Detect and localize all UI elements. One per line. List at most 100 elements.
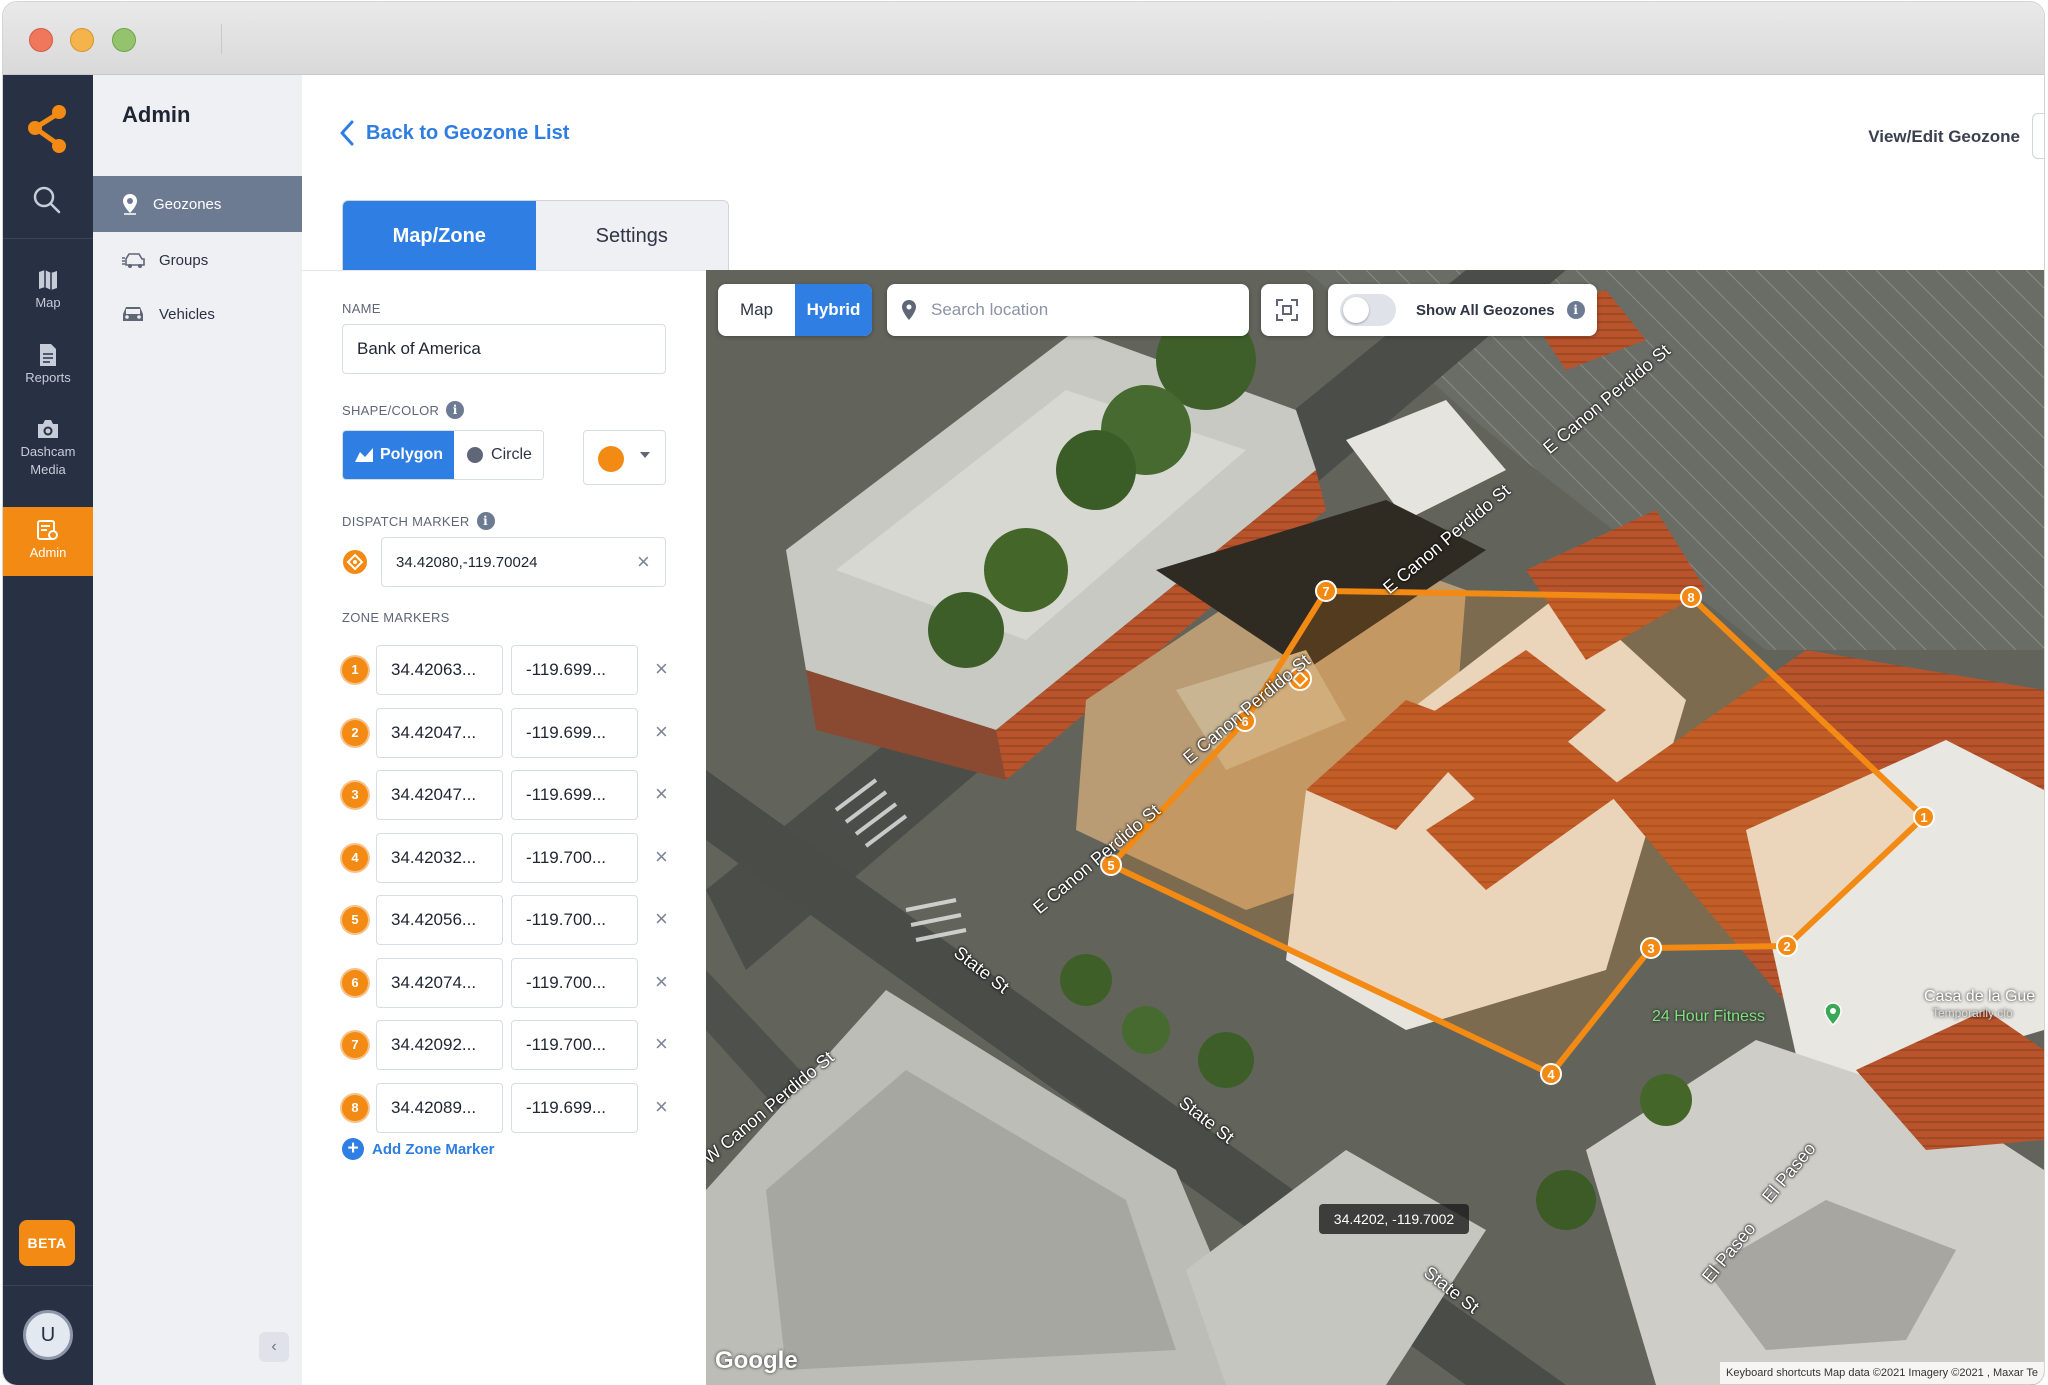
chevron-down-icon xyxy=(640,452,650,458)
zone-marker-latitude-field[interactable]: 34.42032... xyxy=(376,833,503,883)
zone-marker-longitude-field[interactable]: -119.700... xyxy=(511,1020,638,1070)
remove-zone-marker-button[interactable]: × xyxy=(655,721,668,743)
zone-marker-number-badge: 1 xyxy=(342,657,368,683)
zone-vertex-marker[interactable]: 1 xyxy=(1913,806,1935,828)
poi-pin-icon[interactable] xyxy=(1824,1002,1842,1026)
tab-settings[interactable]: Settings xyxy=(535,201,728,271)
back-link-label: Back to Geozone List xyxy=(366,121,570,144)
color-dropdown[interactable] xyxy=(583,430,666,485)
zone-vertex-marker[interactable]: 2 xyxy=(1776,935,1798,957)
remove-zone-marker-button[interactable]: × xyxy=(655,908,668,930)
sidebar-item-vehicles[interactable]: Vehicles xyxy=(93,286,302,342)
shape-selector: Polygon Circle xyxy=(342,430,544,480)
sidebar-item-geozones[interactable]: Geozones xyxy=(93,176,302,232)
zone-marker-longitude-field[interactable]: -119.699... xyxy=(511,1083,638,1133)
back-to-geozone-list-link[interactable]: Back to Geozone List xyxy=(340,120,569,146)
zone-marker-longitude-field[interactable]: -119.699... xyxy=(511,770,638,820)
show-all-geozones-label: Show All Geozones xyxy=(1416,301,1555,319)
svg-text:8: 8 xyxy=(1687,590,1694,605)
focus-icon xyxy=(1276,299,1298,321)
info-icon[interactable]: i xyxy=(476,512,495,530)
remove-zone-marker-button[interactable]: × xyxy=(655,846,668,868)
zone-marker-latitude-field[interactable]: 34.42063... xyxy=(376,645,503,695)
search-icon[interactable] xyxy=(32,185,62,215)
show-all-geozones-toggle[interactable] xyxy=(1340,294,1396,326)
rail-item-label: Reports xyxy=(25,370,71,385)
polygon-icon xyxy=(354,448,373,462)
cars-icon xyxy=(122,253,145,268)
map-view[interactable]: 1 2 3 4 5 6 7 8 E Canon Perdido St E Can… xyxy=(706,270,2044,1385)
zone-marker-longitude-field[interactable]: -119.700... xyxy=(511,833,638,883)
fit-zone-button[interactable] xyxy=(1261,284,1313,336)
poi-label[interactable]: 24 Hour Fitness xyxy=(1652,1008,1765,1026)
rail-item-reports[interactable]: Reports xyxy=(3,343,93,385)
rail-item-dashcam-media[interactable]: Dashcam Media xyxy=(3,418,93,479)
zone-marker-longitude-field[interactable]: -119.700... xyxy=(511,958,638,1008)
titlebar-divider xyxy=(221,24,222,54)
clear-dispatch-button[interactable]: × xyxy=(637,551,650,573)
plus-icon: + xyxy=(342,1138,364,1160)
zone-marker-latitude-field[interactable]: 34.42056... xyxy=(376,895,503,945)
circle-label: Circle xyxy=(491,446,532,463)
zone-marker-latitude-field[interactable]: 34.42089... xyxy=(376,1083,503,1133)
zone-vertex-marker[interactable]: 8 xyxy=(1680,586,1702,608)
map-mode-button[interactable]: Map xyxy=(718,284,795,336)
remove-zone-marker-button[interactable]: × xyxy=(655,971,668,993)
nav-rail: Map Reports Dashcam Media Admin BETA U xyxy=(3,75,93,1385)
window-close-button[interactable] xyxy=(29,28,53,52)
zone-vertex-marker[interactable]: 7 xyxy=(1315,580,1337,602)
polygon-label: Polygon xyxy=(379,446,444,463)
window-minimize-button[interactable] xyxy=(70,28,94,52)
zone-marker-number-badge: 7 xyxy=(342,1032,368,1058)
add-zone-marker-label: Add Zone Marker xyxy=(372,1140,495,1158)
zone-marker-latitude-field[interactable]: 34.42047... xyxy=(376,708,503,758)
zone-marker-longitude-field[interactable]: -119.699... xyxy=(511,708,638,758)
collapse-sidebar-button[interactable]: ‹ xyxy=(259,1332,289,1362)
zone-marker-latitude-field[interactable]: 34.42074... xyxy=(376,958,503,1008)
google-logo: Google xyxy=(715,1347,798,1374)
chevron-left-icon: ‹ xyxy=(271,1338,277,1355)
zone-vertex-marker[interactable]: 4 xyxy=(1540,1063,1562,1085)
polygon-button[interactable]: Polygon xyxy=(343,431,454,479)
remove-zone-marker-button[interactable]: × xyxy=(655,658,668,680)
zone-vertex-marker[interactable]: 3 xyxy=(1640,937,1662,959)
beta-badge[interactable]: BETA xyxy=(19,1220,75,1266)
rail-item-label: Map xyxy=(35,295,61,310)
pin-icon xyxy=(123,194,137,215)
zone-marker-latitude-field[interactable]: 34.42092... xyxy=(376,1020,503,1070)
app-logo-icon[interactable] xyxy=(25,101,71,157)
svg-text:3: 3 xyxy=(1647,941,1654,956)
zone-marker-number-badge: 2 xyxy=(342,720,368,746)
window-maximize-button[interactable] xyxy=(112,28,136,52)
zone-marker-latitude-field[interactable]: 34.42047... xyxy=(376,770,503,820)
info-icon[interactable]: i xyxy=(446,401,465,419)
svg-text:7: 7 xyxy=(1322,584,1329,599)
add-zone-marker-button[interactable]: + Add Zone Marker xyxy=(342,1138,495,1160)
zone-marker-longitude-field[interactable]: -119.700... xyxy=(511,895,638,945)
dispatch-marker-field[interactable]: 34.42080,-119.70024 xyxy=(381,537,666,587)
sidebar-item-groups[interactable]: Groups xyxy=(93,232,302,288)
rail-item-map[interactable]: Map xyxy=(3,268,93,310)
dispatch-marker-label-text: DISPATCH MARKER xyxy=(342,513,470,529)
remove-zone-marker-button[interactable]: × xyxy=(655,783,668,805)
shape-color-label: SHAPE/COLOR i xyxy=(342,401,465,419)
rail-item-admin[interactable]: Admin xyxy=(3,507,93,576)
map-attribution[interactable]: Keyboard shortcuts Map data ©2021 Imager… xyxy=(1720,1362,2044,1384)
circle-button[interactable]: Circle xyxy=(454,431,543,479)
hybrid-mode-button[interactable]: Hybrid xyxy=(795,284,872,336)
avatar[interactable]: U xyxy=(23,1310,73,1360)
camera-icon xyxy=(38,420,58,438)
map-type-toggle: Map Hybrid xyxy=(718,284,872,336)
info-icon[interactable]: i xyxy=(1566,301,1585,319)
poi-label[interactable]: Casa de la Gue xyxy=(1924,988,2035,1006)
rail-item-label: Dashcam Media xyxy=(20,444,76,477)
remove-zone-marker-button[interactable]: × xyxy=(655,1096,668,1118)
header-action-button[interactable] xyxy=(2032,113,2044,159)
tab-map-zone[interactable]: Map/Zone xyxy=(343,201,536,271)
sidebar-title: Admin xyxy=(122,102,191,127)
name-field[interactable]: Bank of America xyxy=(342,324,666,374)
zone-marker-longitude-field[interactable]: -119.699... xyxy=(511,645,638,695)
zone-markers-label: ZONE MARKERS xyxy=(342,610,450,625)
remove-zone-marker-button[interactable]: × xyxy=(655,1033,668,1055)
search-location-input[interactable]: Search location xyxy=(887,284,1249,336)
